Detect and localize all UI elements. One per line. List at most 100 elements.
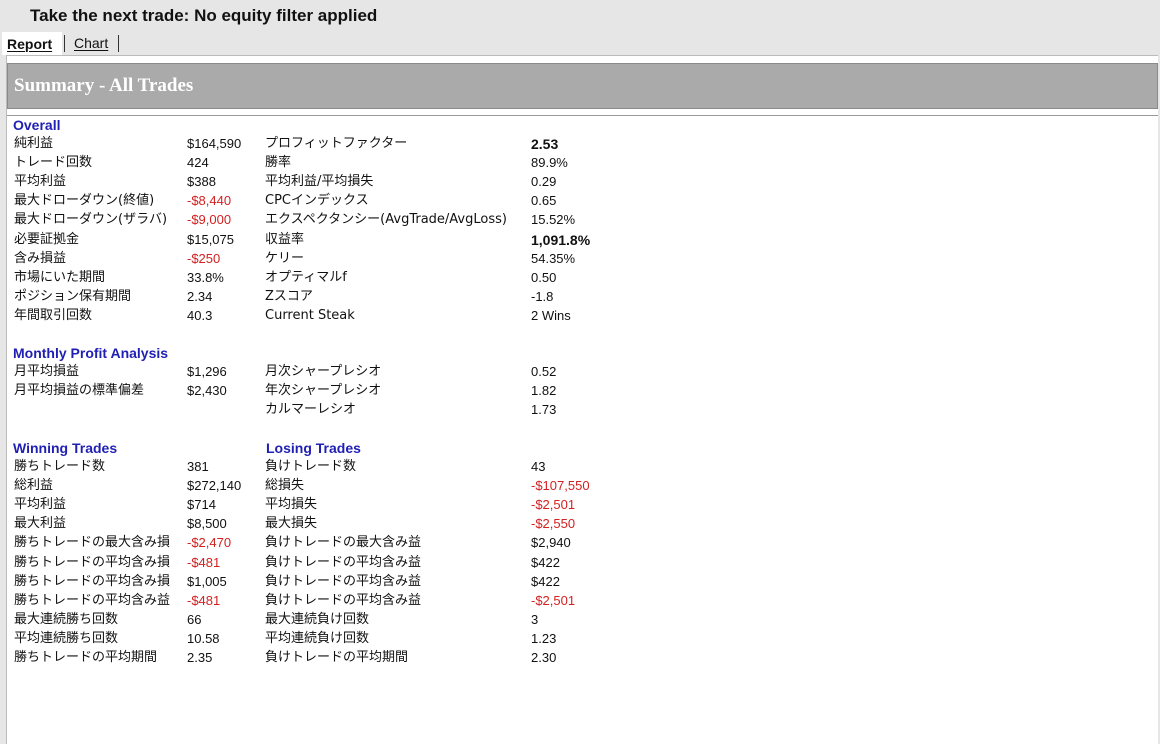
stat-label: 勝ちトレードの平均期間	[14, 650, 158, 665]
stat-value: $422	[531, 554, 560, 570]
stat-label: 市場にいた期間	[14, 269, 106, 285]
stat-label: 総利益	[14, 478, 54, 494]
stat-label: カルマーレシオ	[265, 402, 357, 418]
section-heading-monthly: Monthly Profit Analysis	[13, 345, 169, 361]
stat-label: 最大ドローダウン(ザラバ)	[14, 212, 168, 228]
stat-label: 年間取引回数	[14, 307, 93, 323]
summary-header: Summary - All Trades	[7, 63, 1158, 109]
stat-label: 平均利益/平均損失	[265, 174, 374, 190]
stat-value: 54.35%	[531, 250, 576, 266]
stat-value: $1,296	[187, 364, 227, 379]
tab-report[interactable]: Report	[2, 32, 62, 55]
stat-label: 勝ちトレードの平均含み損	[14, 554, 171, 570]
stat-value: 0.65	[531, 193, 557, 209]
stat-label: 勝率	[265, 155, 292, 171]
stat-label: 月平均損益	[14, 364, 80, 379]
stat-label: 平均連続負け回数	[265, 630, 370, 646]
stat-label: 最大ドローダウン(終値)	[14, 193, 155, 209]
stat-value: -$250	[187, 250, 221, 266]
stat-label: 平均連続勝ち回数	[14, 630, 119, 646]
tab-chart[interactable]: Chart	[74, 32, 118, 54]
stat-value: $272,140	[187, 478, 242, 494]
stat-value: 66	[187, 611, 202, 627]
stat-label: 平均利益	[14, 497, 67, 513]
stat-label: 負けトレードの平均含み益	[265, 554, 422, 570]
stat-value: -$2,501	[531, 497, 576, 513]
section-heading-overall: Overall	[13, 117, 61, 133]
stat-label: プロフィットファクター	[265, 136, 408, 151]
stat-value: 381	[187, 459, 209, 474]
stat-value: -1.8	[531, 288, 554, 304]
stat-value: $164,590	[187, 136, 242, 151]
stat-value: -$481	[187, 554, 221, 570]
stat-label: CPCインデックス	[265, 193, 369, 209]
stat-value: -$481	[187, 592, 221, 608]
stat-value: -$2,501	[531, 592, 576, 608]
stat-value: 33.8%	[187, 269, 224, 285]
stat-label: 勝ちトレードの平均含み損	[14, 573, 171, 589]
stat-value: 0.29	[531, 174, 557, 190]
stat-value: 1.82	[531, 383, 557, 399]
stat-value: 3	[531, 611, 539, 627]
stat-label: 最大連続勝ち回数	[14, 611, 119, 627]
tab-divider	[64, 35, 65, 52]
stat-value: -$8,440	[187, 193, 232, 209]
stat-label: 平均損失	[265, 497, 318, 513]
stat-label: 負けトレードの平均含み益	[265, 573, 422, 589]
tab-divider	[118, 35, 119, 52]
stat-label: 純利益	[14, 136, 54, 151]
stat-value: 2.35	[187, 650, 213, 665]
stat-value: $2,430	[187, 383, 227, 399]
stat-value: -$2,550	[531, 516, 576, 532]
stat-value: 40.3	[187, 307, 213, 323]
stat-label: トレード回数	[14, 155, 93, 171]
stat-value: $1,005	[187, 573, 227, 589]
stat-value: $388	[187, 174, 216, 190]
stat-value: 1.73	[531, 402, 557, 418]
stat-value: 2 Wins	[531, 307, 571, 323]
section-heading-losing: Losing Trades	[266, 440, 361, 456]
stat-label: 負けトレードの最大含み益	[265, 535, 422, 551]
stat-value: 2.30	[531, 650, 557, 665]
stat-value: 15.52%	[531, 212, 576, 228]
stat-value: 1,091.8%	[531, 231, 591, 248]
stat-label: 月次シャープレシオ	[265, 364, 382, 379]
summary-title: Summary - All Trades	[14, 75, 194, 96]
stat-label: 負けトレードの平均含み益	[265, 592, 422, 608]
stat-label: 月平均損益の標準偏差	[14, 383, 145, 399]
stat-value: $2,940	[531, 535, 571, 551]
stat-label: Zスコア	[265, 288, 313, 304]
stat-label: オプティマルf	[265, 269, 347, 285]
stat-label: 総損失	[265, 478, 305, 494]
stat-value: $422	[531, 573, 560, 589]
stat-label: 平均利益	[14, 174, 67, 190]
report-panel[interactable]: Summary - All Trades Overall 純利益 $164,590 ト…	[6, 55, 1158, 744]
stat-label: 含み損益	[14, 250, 67, 266]
divider	[7, 115, 1158, 116]
stat-label: 勝ちトレードの最大含み損	[14, 535, 171, 551]
window-title: Take the next trade: No equity filter ap…	[30, 6, 378, 25]
stat-value: -$2,470	[187, 535, 232, 551]
stat-value: 43	[531, 459, 546, 474]
stat-value: $714	[187, 497, 216, 513]
stat-label: ケリー	[265, 250, 305, 266]
section-heading-winning: Winning Trades	[13, 440, 118, 456]
stat-label: 最大利益	[14, 516, 67, 532]
stat-label: 最大連続負け回数	[265, 611, 370, 627]
stat-value: 1.23	[531, 630, 557, 646]
stat-label: ポジション保有期間	[14, 288, 132, 304]
stat-value: -$9,000	[187, 212, 232, 228]
stat-label: 負けトレードの平均期間	[265, 650, 409, 665]
stat-label: 年次シャープレシオ	[265, 383, 382, 399]
stat-label: 勝ちトレード数	[14, 459, 106, 474]
stat-label: 最大損失	[265, 516, 318, 532]
stat-value: $8,500	[187, 516, 227, 532]
stat-label: 勝ちトレードの平均含み益	[14, 592, 171, 608]
stat-value: 89.9%	[531, 155, 568, 171]
stat-label: 必要証拠金	[14, 231, 80, 247]
stat-value: 0.50	[531, 269, 557, 285]
stat-value: 2.53	[531, 136, 559, 152]
stat-value: 0.52	[531, 364, 557, 379]
stat-label: 負けトレード数	[265, 459, 357, 474]
stat-value: 10.58	[187, 630, 220, 646]
